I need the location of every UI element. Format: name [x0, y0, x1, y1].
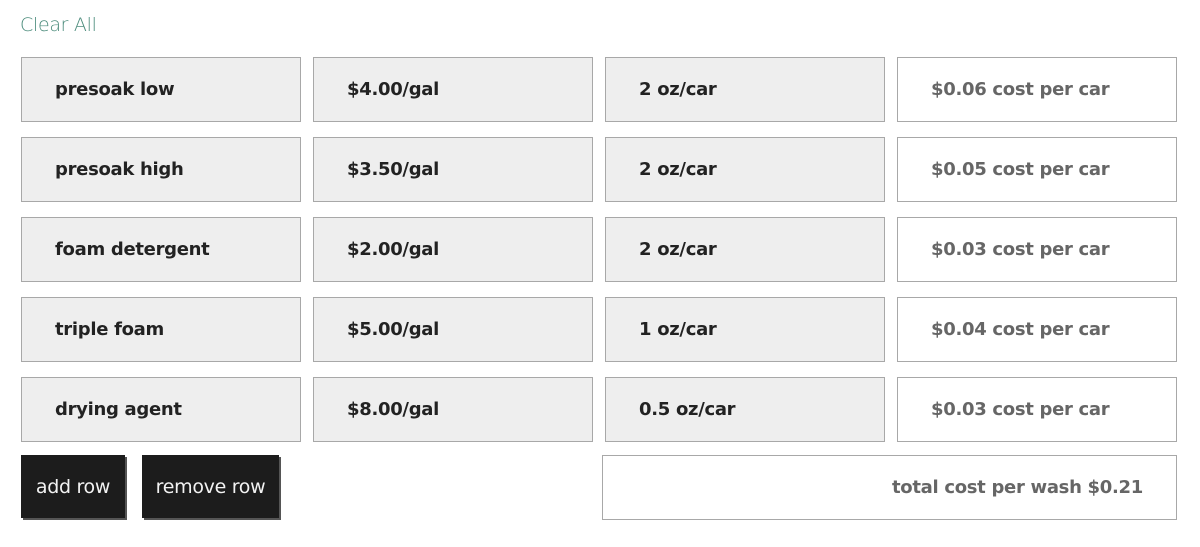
chemical-name-input[interactable] — [22, 158, 287, 181]
chemical-name-field[interactable] — [21, 57, 301, 122]
price-input[interactable] — [314, 158, 579, 181]
usage-field[interactable] — [605, 297, 885, 362]
price-field[interactable] — [313, 57, 593, 122]
cost-per-car-text: $0.03 cost per car — [931, 239, 1110, 260]
table-row: $0.03 cost per car — [21, 377, 1177, 442]
price-field[interactable] — [313, 217, 593, 282]
cost-per-car-text: $0.06 cost per car — [931, 79, 1110, 100]
chemical-name-input[interactable] — [22, 318, 287, 341]
price-input[interactable] — [314, 238, 579, 261]
table-row: $0.03 cost per car — [21, 217, 1177, 282]
chemical-name-input[interactable] — [22, 78, 287, 101]
chemical-name-input[interactable] — [22, 238, 287, 261]
cost-per-car-output: $0.06 cost per car — [897, 57, 1177, 122]
cost-per-car-text: $0.04 cost per car — [931, 319, 1110, 340]
total-cost-box: total cost per wash $0.21 — [602, 455, 1177, 520]
remove-row-button[interactable]: remove row — [142, 455, 279, 518]
chemical-name-field[interactable] — [21, 377, 301, 442]
total-cost-text: total cost per wash $0.21 — [891, 477, 1143, 498]
price-field[interactable] — [313, 297, 593, 362]
chemical-name-input[interactable] — [22, 398, 287, 421]
table-row: $0.06 cost per car — [21, 57, 1177, 122]
usage-input[interactable] — [606, 78, 871, 101]
price-input[interactable] — [314, 318, 579, 341]
usage-input[interactable] — [606, 238, 871, 261]
usage-field[interactable] — [605, 217, 885, 282]
usage-input[interactable] — [606, 158, 871, 181]
price-field[interactable] — [313, 137, 593, 202]
clear-all-link[interactable]: Clear All — [20, 14, 97, 36]
cost-per-car-output: $0.05 cost per car — [897, 137, 1177, 202]
cost-per-car-text: $0.03 cost per car — [931, 399, 1110, 420]
table-row: $0.04 cost per car — [21, 297, 1177, 362]
usage-field[interactable] — [605, 137, 885, 202]
price-input[interactable] — [314, 398, 579, 421]
chemical-name-field[interactable] — [21, 137, 301, 202]
cost-per-car-text: $0.05 cost per car — [931, 159, 1110, 180]
cost-per-car-output: $0.04 cost per car — [897, 297, 1177, 362]
add-row-button[interactable]: add row — [21, 455, 125, 518]
table-row: $0.05 cost per car — [21, 137, 1177, 202]
usage-field[interactable] — [605, 377, 885, 442]
chemical-name-field[interactable] — [21, 217, 301, 282]
usage-field[interactable] — [605, 57, 885, 122]
cost-per-car-output: $0.03 cost per car — [897, 217, 1177, 282]
usage-input[interactable] — [606, 318, 871, 341]
cost-per-car-output: $0.03 cost per car — [897, 377, 1177, 442]
price-field[interactable] — [313, 377, 593, 442]
chemical-name-field[interactable] — [21, 297, 301, 362]
price-input[interactable] — [314, 78, 579, 101]
usage-input[interactable] — [606, 398, 871, 421]
